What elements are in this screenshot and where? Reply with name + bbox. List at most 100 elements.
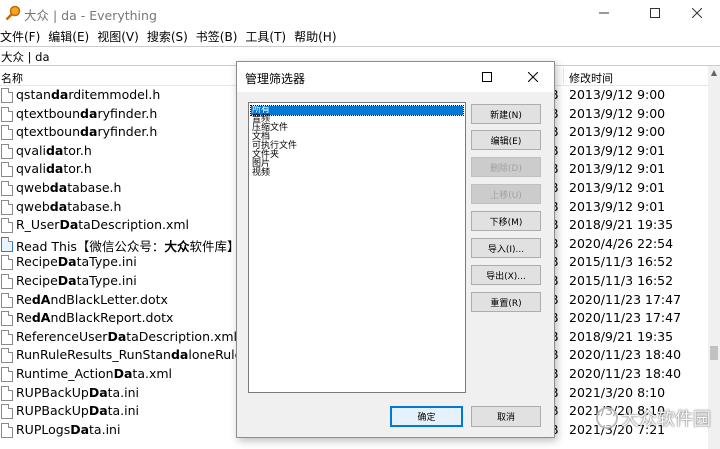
file-name-match: Da: [88, 384, 108, 400]
dialog-title-bar: 管理筛选器: [237, 62, 554, 92]
file-icon: [1, 422, 13, 438]
file-name-match: da: [49, 180, 68, 195]
file-name-suffix: ta.xml: [132, 366, 173, 381]
filter-item-video[interactable]: 视频: [251, 169, 270, 178]
dialog-maximize-button[interactable]: [466, 62, 508, 92]
minimize-icon: [599, 12, 609, 14]
minimize-button[interactable]: [581, 0, 627, 26]
file-modified-date: 2013/9/12 9:01: [569, 180, 666, 195]
file-icon: [1, 311, 13, 327]
file-icon: [1, 367, 13, 382]
file-name-suffix: taType.ini: [76, 273, 137, 288]
file-modified-date: 2020/11/23 17:47: [569, 310, 682, 326]
file-name: RecipeDataType.ini: [16, 254, 137, 269]
file-name: ReferenceUserDataDescription.xml: [16, 329, 237, 344]
everything-window: 大众 | da - Everything 文件(F) 编辑(E) 视图(V) 搜…: [0, 0, 720, 449]
file-name-prefix: qvali: [16, 142, 46, 158]
vertical-scrollbar[interactable]: ▲: [708, 66, 720, 449]
edit-button[interactable]: 编辑(E): [471, 130, 541, 150]
file-icon: [1, 106, 13, 122]
filter-listbox[interactable]: 所有 音频 压缩文件 文档 可执行文件 文件夹 图片 视频: [248, 102, 466, 393]
file-icon: [1, 125, 13, 141]
file-name-match: Da: [59, 217, 79, 233]
file-name-match: da: [49, 198, 68, 214]
file-name: RUPBackUpData.ini: [16, 403, 139, 418]
dialog-close-button[interactable]: [512, 62, 554, 92]
delete-button[interactable]: 删除(D): [471, 157, 541, 177]
window-title: 大众 | da - Everything: [24, 8, 157, 23]
menu-file[interactable]: 文件(F): [0, 28, 44, 45]
menu-help[interactable]: 帮助(H): [294, 28, 340, 45]
file-modified-date: 2013/9/12 9:00: [569, 87, 666, 102]
file-name-prefix: Recipe: [16, 273, 58, 288]
file-name-prefix: RUPBackUp: [16, 384, 89, 400]
file-name-suffix: ta.ini: [107, 403, 140, 419]
column-name[interactable]: 名称: [1, 70, 23, 86]
file-modified-date: 2013/9/12 9:01: [569, 142, 666, 158]
file-icon: [1, 329, 13, 345]
file-name-suffix: tabase.h: [67, 198, 122, 214]
magnifier-app-icon: [5, 5, 21, 21]
menu-view[interactable]: 视图(V): [97, 28, 143, 45]
file-name-match: Da: [113, 366, 133, 381]
column-separator[interactable]: [563, 68, 564, 84]
file-name-match: Da: [57, 273, 77, 288]
ok-button[interactable]: 确定: [390, 406, 463, 427]
file-name: RUPLogsData.ini: [16, 422, 120, 437]
maximize-icon: [650, 8, 660, 18]
watermark-text: 大众软件园: [621, 409, 711, 430]
scroll-thumb[interactable]: [710, 346, 718, 360]
move-up-button[interactable]: 上移(U): [471, 184, 541, 204]
menu-edit[interactable]: 编辑(E): [48, 28, 93, 45]
file-name: qtextboundaryfinder.h: [16, 106, 157, 121]
file-modified-date: 2021/3/20 8:10: [569, 384, 666, 400]
reset-button[interactable]: 重置(R): [471, 292, 541, 312]
shortcut-file-icon: [1, 236, 13, 252]
menu-search[interactable]: 搜索(S): [147, 28, 192, 45]
file-name: R_UserDataDescription.xml: [16, 217, 189, 232]
export-button[interactable]: 导出(X)...: [471, 265, 541, 285]
file-name-suffix: ryfinder.h: [97, 124, 158, 140]
file-icon: [1, 181, 13, 196]
file-icon: [1, 274, 13, 289]
watermark-logo-icon: [596, 407, 618, 429]
file-name-match: Da: [57, 254, 77, 270]
column-modified-date[interactable]: 修改时间: [569, 70, 613, 86]
file-name-prefix: Recipe: [16, 254, 58, 270]
file-modified-date: 2020/11/23 17:47: [569, 291, 682, 307]
dialog-title: 管理筛选器: [245, 72, 306, 86]
file-name-prefix: RUPBackUp: [16, 403, 89, 419]
menu-tools[interactable]: 工具(T): [245, 28, 290, 45]
file-name-match: da: [80, 105, 98, 121]
scroll-up-arrow[interactable]: ▲: [708, 66, 720, 80]
file-name-prefix: ReferenceUser: [16, 328, 108, 344]
file-icon: [1, 199, 13, 215]
file-name: qvalidator.h: [16, 161, 92, 176]
maximize-icon: [482, 72, 492, 82]
file-icon: [1, 255, 13, 271]
menu-bar: 文件(F) 编辑(E) 视图(V) 搜索(S) 书签(B) 工具(T) 帮助(H…: [0, 26, 720, 46]
file-modified-date: 2013/9/12 9:01: [569, 161, 666, 177]
file-modified-date: 2013/9/12 9:00: [569, 124, 666, 140]
file-name-suffix: ryfinder.h: [97, 105, 158, 121]
file-name: Runtime_ActionData.xml: [16, 366, 172, 381]
filter-item-all[interactable]: 所有: [250, 105, 464, 116]
new-button[interactable]: 新建(N): [471, 104, 541, 124]
import-button[interactable]: 导入(I)...: [471, 238, 541, 258]
file-name-prefix: Re: [16, 291, 32, 307]
file-name: qstandarditemmodel.h: [16, 87, 160, 102]
file-name-prefix: qvali: [16, 161, 46, 177]
maximize-button[interactable]: [632, 0, 678, 26]
file-name-suffix: taType.ini: [76, 254, 137, 270]
menu-bookmarks[interactable]: 书签(B): [196, 28, 242, 45]
file-modified-date: 2020/4/26 22:54: [569, 235, 674, 251]
cancel-button[interactable]: 取消: [471, 406, 541, 427]
file-name-prefix: qtextboun: [16, 124, 81, 140]
close-button[interactable]: [674, 0, 720, 26]
move-down-button[interactable]: 下移(M): [471, 211, 541, 231]
file-name: RUPBackUpData.ini: [16, 385, 139, 400]
file-modified-date: 2015/11/3 16:52: [569, 273, 674, 288]
file-icon: [1, 88, 13, 103]
file-icon: [1, 348, 13, 364]
file-name-match: da: [50, 87, 69, 102]
